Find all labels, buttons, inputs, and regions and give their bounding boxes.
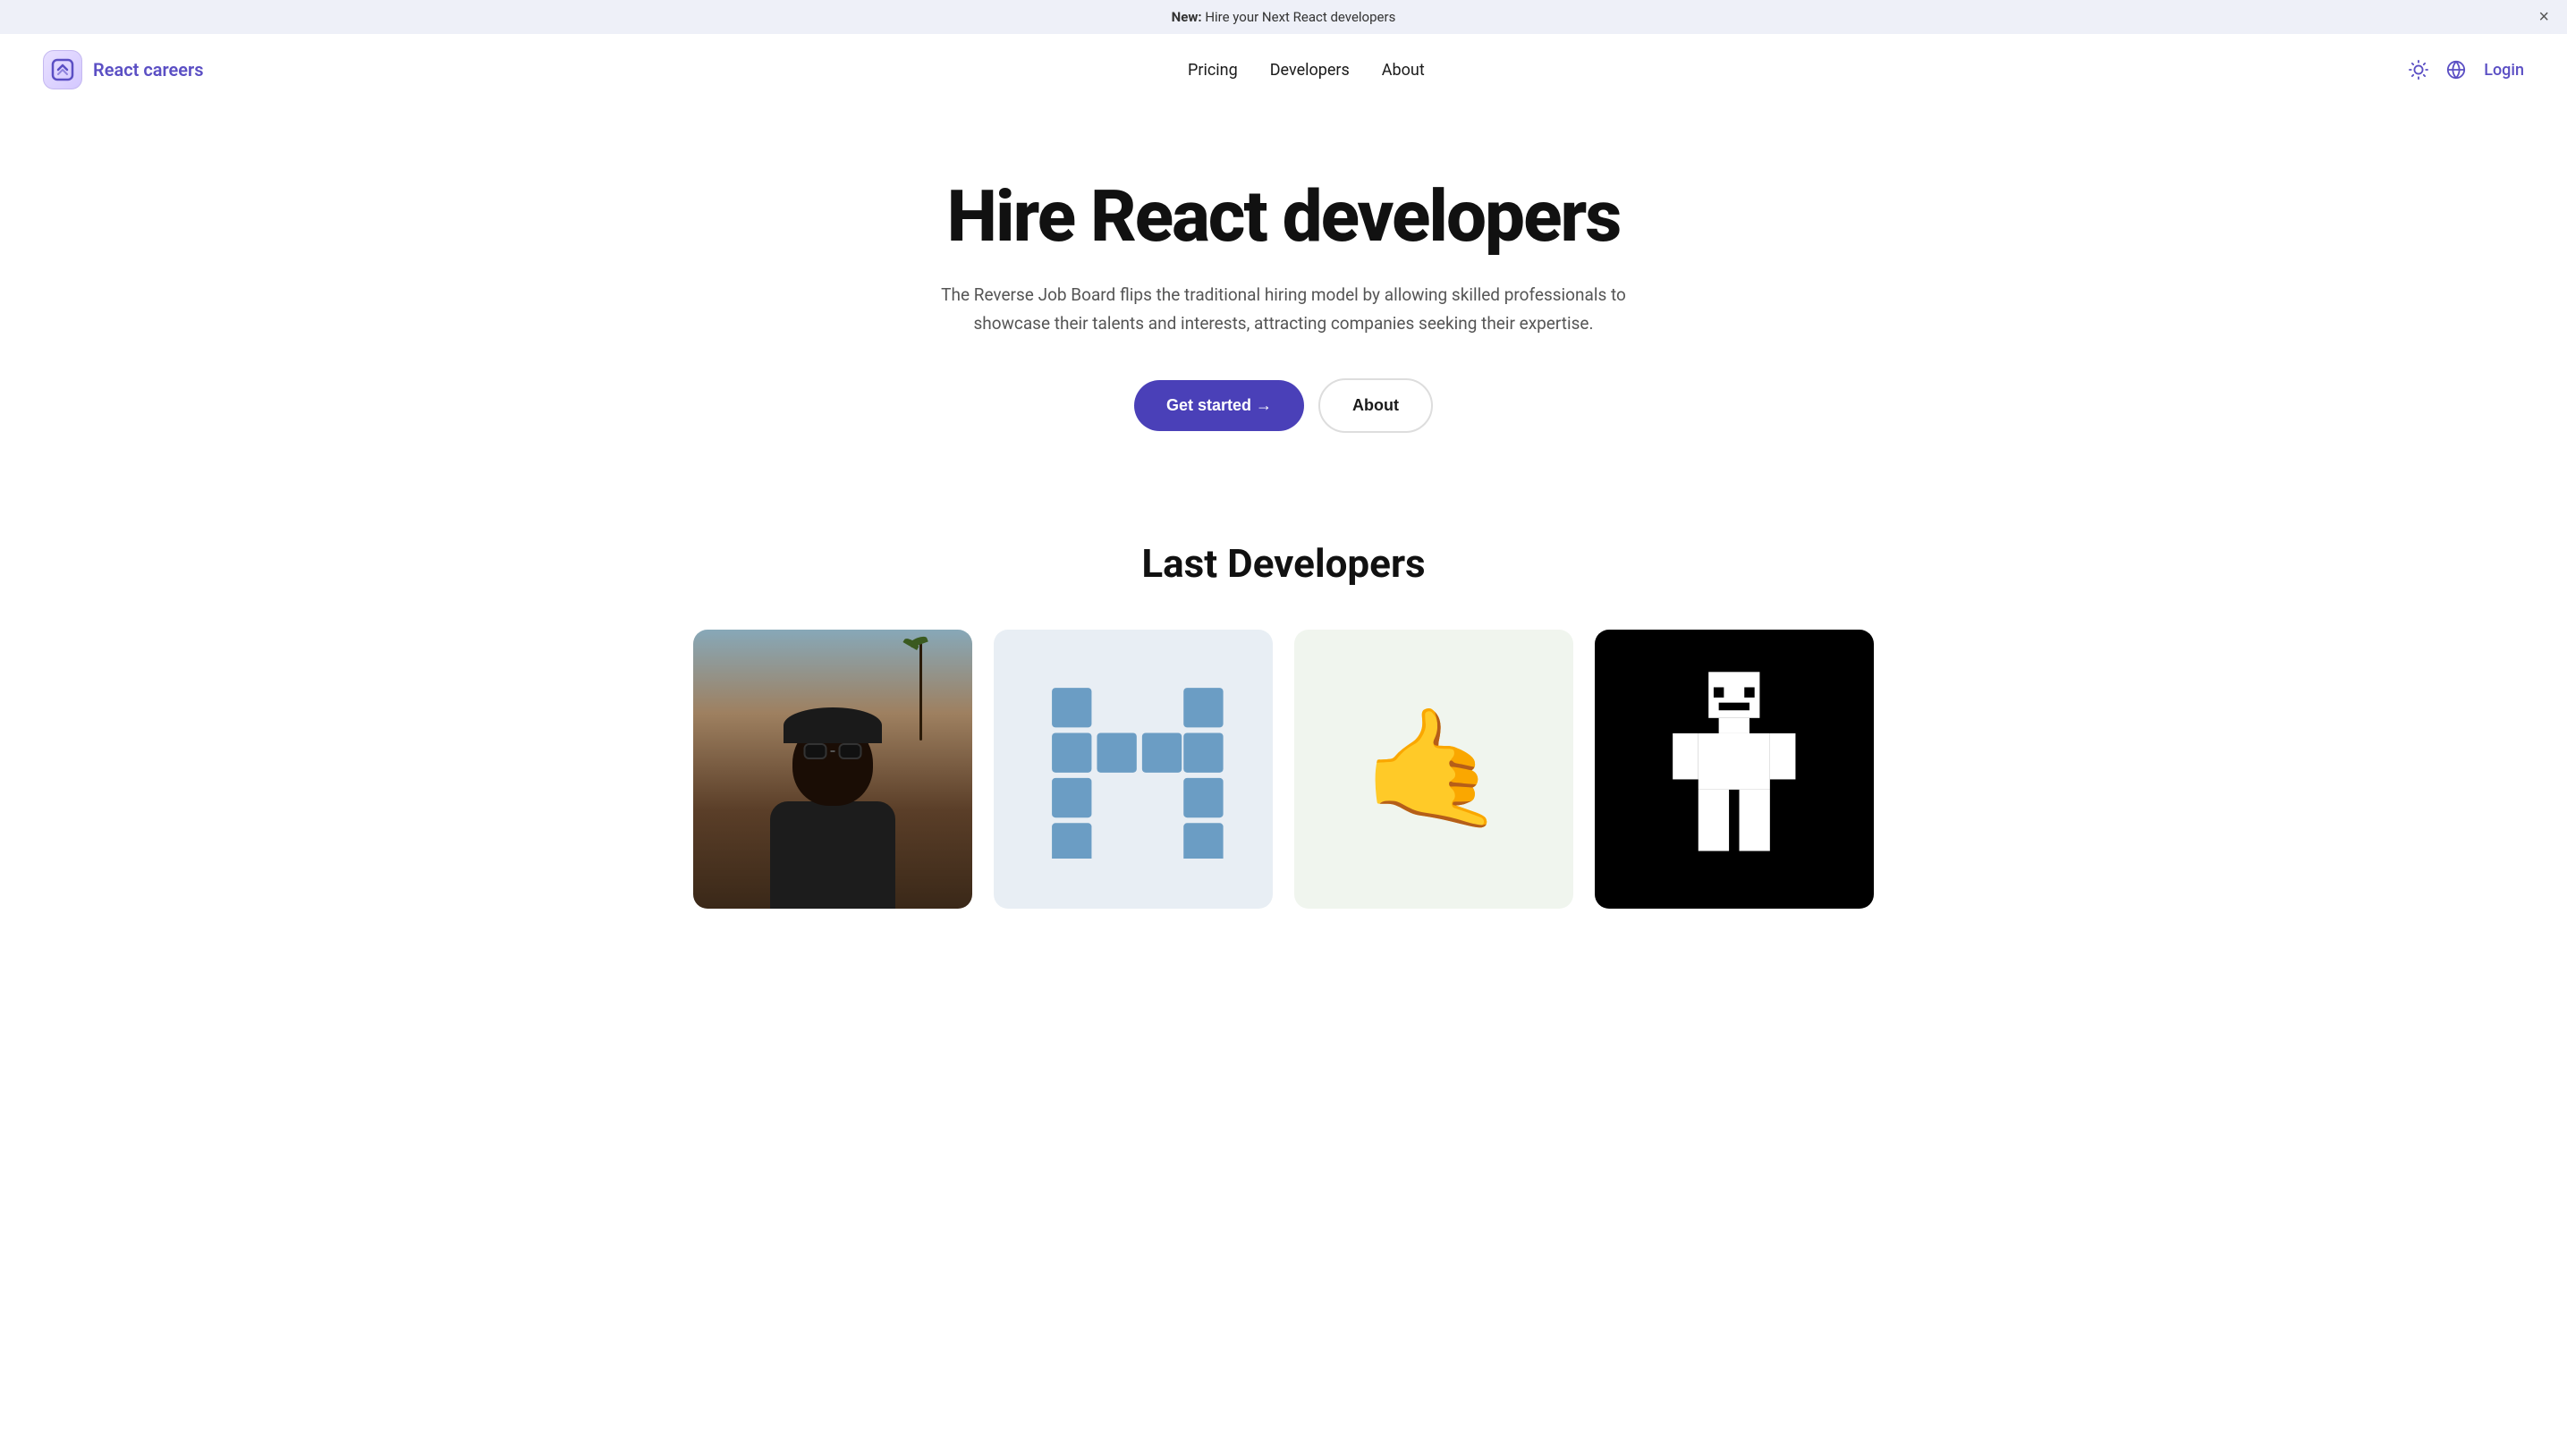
- nav-item-about: About: [1382, 61, 1425, 80]
- developers-section: Last Developers: [657, 487, 1910, 962]
- announcement-banner: New: Hire your Next React developers ×: [0, 0, 2567, 34]
- announcement-body: Hire your Next React developers: [1202, 9, 1396, 25]
- logo-icon: [43, 50, 82, 89]
- announcement-text: New: Hire your Next React developers: [1172, 9, 1396, 25]
- hero-subtitle: The Reverse Job Board flips the traditio…: [917, 281, 1650, 339]
- developers-grid: 🤙: [693, 630, 1874, 909]
- emoji-boy: 🤙: [1361, 711, 1506, 827]
- nav-links: Pricing Developers About: [1188, 61, 1425, 80]
- hero-buttons: Get started → About: [783, 378, 1784, 433]
- developer-card-1[interactable]: [693, 630, 972, 909]
- hero-title: Hire React developers: [783, 177, 1784, 256]
- developer-card-3[interactable]: 🤙: [1294, 630, 1573, 909]
- developer-card-2[interactable]: [994, 630, 1273, 909]
- nav-link-developers[interactable]: Developers: [1270, 61, 1350, 80]
- announcement-close-button[interactable]: ×: [2538, 8, 2549, 26]
- about-button[interactable]: About: [1318, 378, 1433, 433]
- nav-item-developers: Developers: [1270, 61, 1350, 80]
- language-toggle-button[interactable]: [2446, 60, 2466, 80]
- sun-icon: [2409, 60, 2428, 80]
- theme-toggle-button[interactable]: [2409, 60, 2428, 80]
- globe-icon: [2446, 60, 2466, 80]
- get-started-button[interactable]: Get started →: [1134, 380, 1304, 431]
- hero-section: Hire React developers The Reverse Job Bo…: [747, 106, 1820, 487]
- section-title: Last Developers: [693, 540, 1874, 587]
- nav-item-pricing: Pricing: [1188, 61, 1238, 80]
- logo-text: React careers: [93, 59, 204, 80]
- announcement-prefix: New:: [1172, 9, 1202, 25]
- nav-link-about[interactable]: About: [1382, 61, 1425, 80]
- login-button[interactable]: Login: [2484, 61, 2524, 80]
- nav-actions: Login: [2409, 60, 2524, 80]
- developer-card-4[interactable]: [1595, 630, 1874, 909]
- logo-link[interactable]: React careers: [43, 50, 204, 89]
- navbar: React careers Pricing Developers About: [0, 34, 2567, 106]
- nav-link-pricing[interactable]: Pricing: [1188, 61, 1238, 80]
